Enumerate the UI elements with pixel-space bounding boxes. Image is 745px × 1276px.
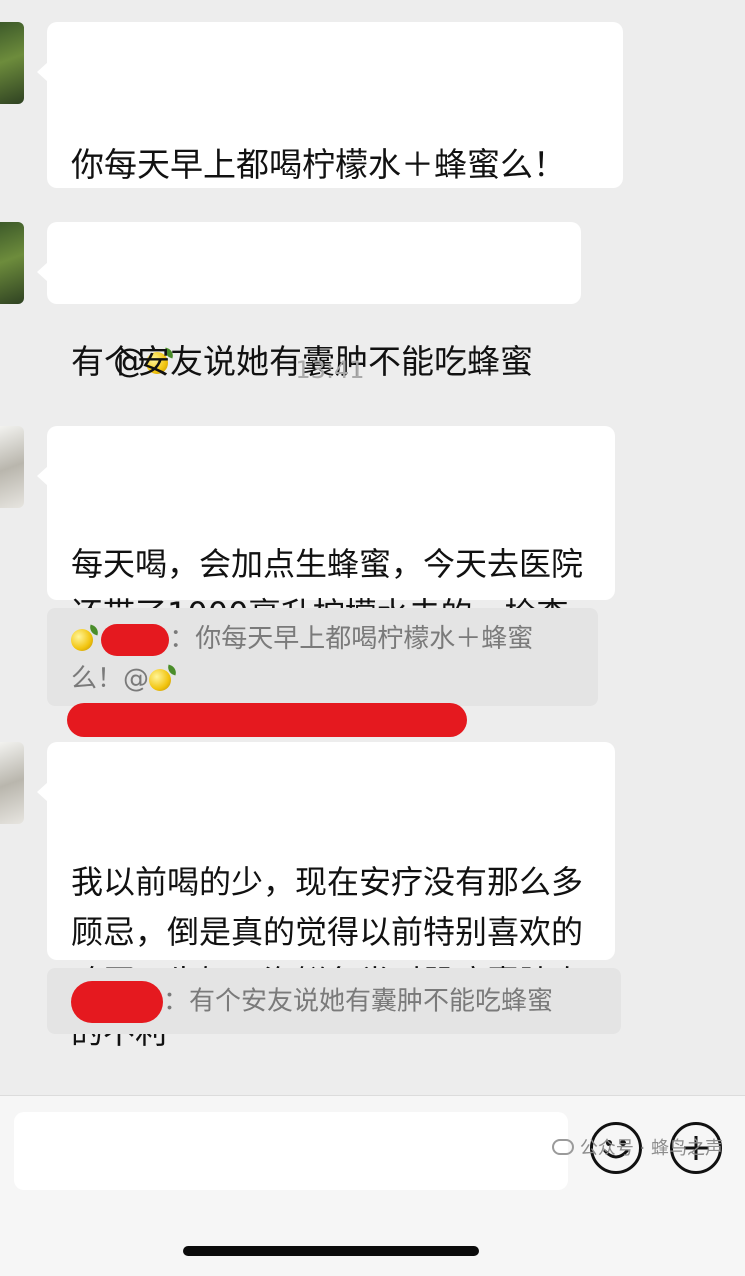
lemon-emoji-icon [149,668,172,691]
quoted-message[interactable]: ：有个安友说她有囊肿不能吃蜂蜜 [47,968,621,1034]
quoted-message[interactable]: ：你每天早上都喝柠檬水＋蜂蜜么！@ [47,608,598,737]
sender-avatar[interactable] [0,22,24,104]
sender-avatar[interactable] [0,222,24,304]
watermark: 公众号 · 蜂鸟之声 [551,1134,723,1160]
redaction-mark [71,981,163,1023]
message-bubble[interactable]: 每天喝，会加点生蜂蜜，今天去医院还带了1000毫升柠檬水去的，检查结束就喝了 [37,426,615,683]
message-text: 你每天早上都喝柠檬水＋蜂蜜么！ [71,145,566,184]
message-bubble[interactable]: 你每天早上都喝柠檬水＋蜂蜜么！ @ [37,22,623,486]
message-input[interactable] [14,1112,568,1190]
redaction-mark [101,623,170,656]
quote-separator: ： [169,624,196,654]
watermark-text: 公众号 · 蜂鸟之声 [579,1138,723,1159]
message-bubble[interactable]: 我以前喝的少，现在安疗没有那么多顾忌，倒是真的觉得以前特别喜欢的鸡蛋，牛奶，海鲜… [37,742,615,1051]
quote-separator: ： [163,986,190,1017]
sender-avatar[interactable] [0,742,24,824]
sender-avatar[interactable] [0,426,24,508]
chat-timestamp: 13:41 [295,356,365,384]
wechat-official-account-icon [551,1139,574,1155]
quote-line: ：有个安友说她有囊肿不能吃蜂蜜 [71,981,597,1023]
quote-line: ：你每天早上都喝柠檬水＋蜂蜜么！@ [67,619,574,739]
home-indicator[interactable] [183,1246,479,1256]
quote-text: 有个安友说她有囊肿不能吃蜂蜜 [189,986,554,1017]
message-bubble[interactable]: 有个安友说她有囊肿不能吃蜂蜜 [37,222,581,381]
lemon-emoji-icon [71,628,93,651]
redaction-mark [67,702,467,737]
